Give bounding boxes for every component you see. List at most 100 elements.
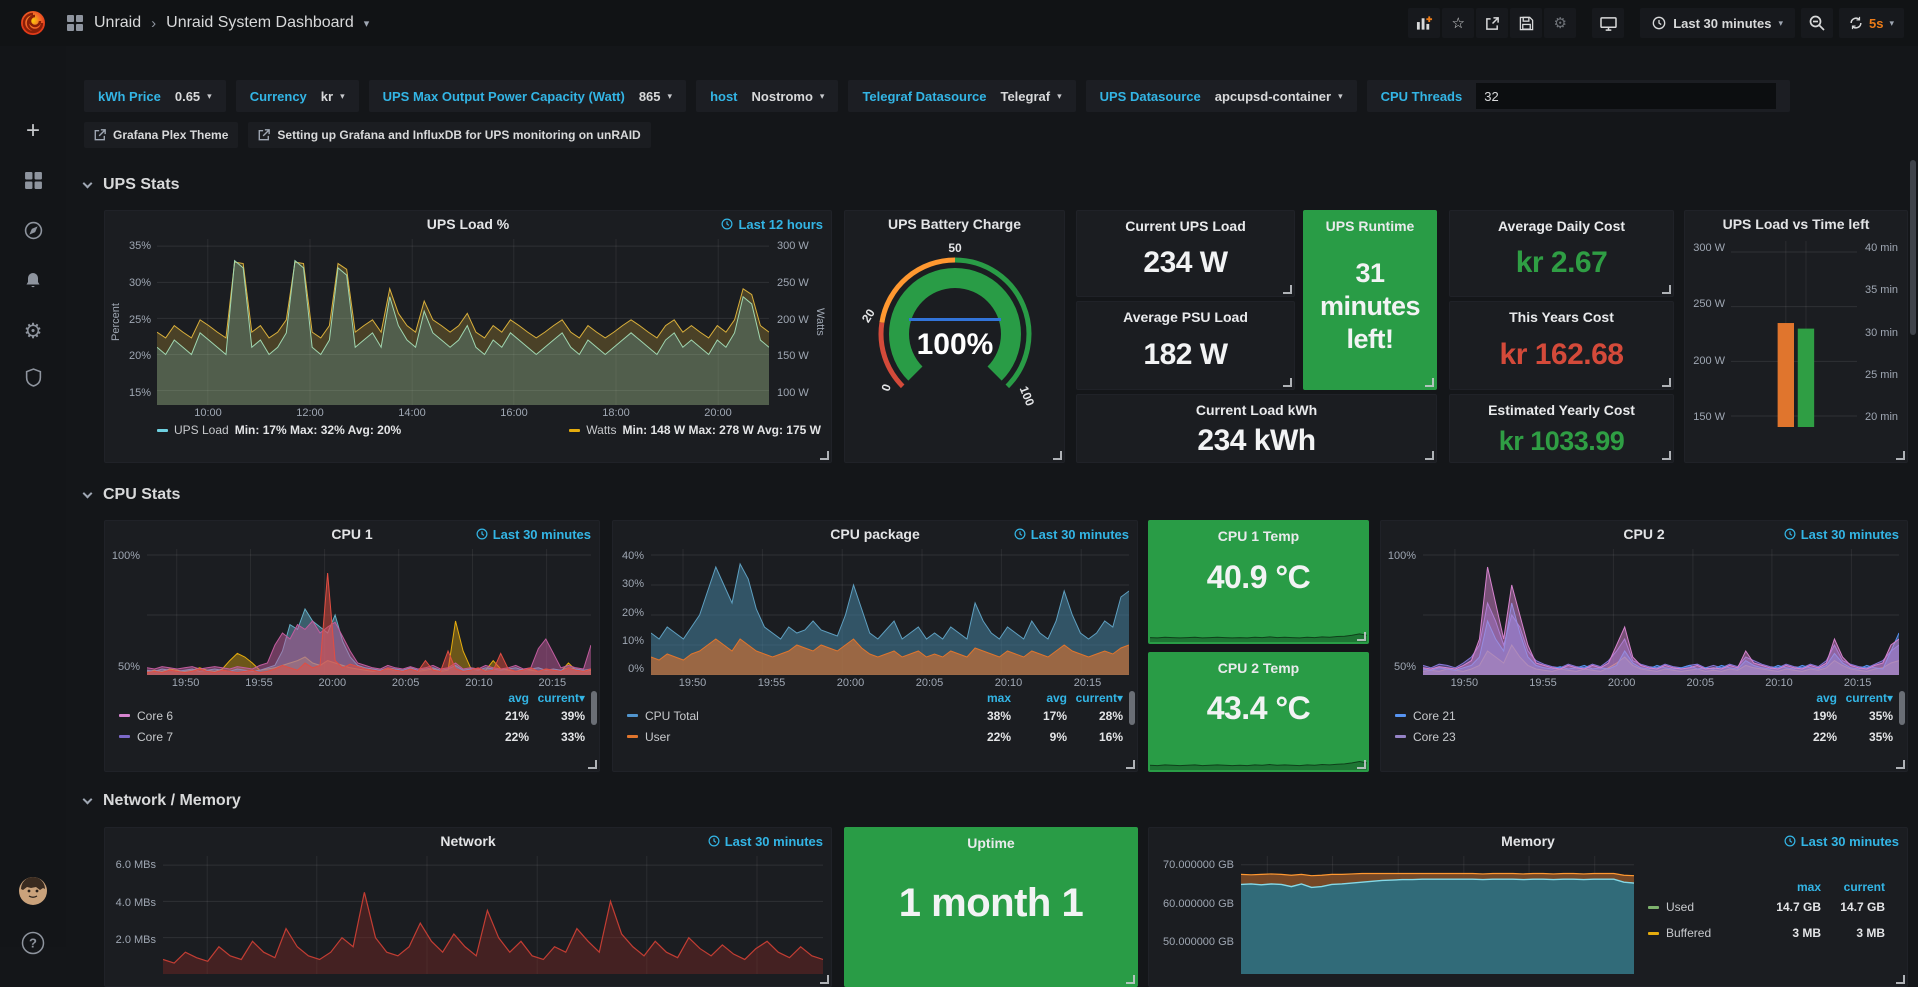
help-button[interactable]: ?	[0, 931, 66, 955]
stat-title[interactable]: CPU 1 Temp	[1149, 521, 1368, 551]
legend-col-avg[interactable]: avg	[1011, 691, 1067, 705]
cpu-threads-input[interactable]	[1476, 83, 1776, 109]
panel-title[interactable]: CPU 2 Last 30 minutes	[1381, 521, 1907, 547]
section-title: CPU Stats	[103, 486, 180, 504]
cpu1-chart[interactable]	[147, 549, 591, 675]
stat-title[interactable]: UPS Runtime	[1304, 211, 1436, 241]
stat-title[interactable]: Average PSU Load	[1077, 302, 1294, 332]
legend-item-watts[interactable]: Watts Min: 148 W Max: 278 W Avg: 175 W	[569, 423, 821, 437]
user-profile-button[interactable]	[0, 876, 66, 906]
panel-time-override-link[interactable]: Last 30 minutes	[708, 828, 823, 854]
legend-scrollbar[interactable]	[1899, 691, 1905, 725]
create-button[interactable]: +	[0, 121, 66, 141]
star-dashboard-button[interactable]: ☆	[1442, 8, 1474, 38]
ups-load-chart[interactable]	[157, 239, 769, 405]
legend-series-toggle[interactable]: Used	[1648, 900, 1757, 914]
variable-value-dropdown[interactable]: 865▾	[639, 89, 672, 104]
memory-chart[interactable]	[1241, 856, 1634, 974]
panel-title[interactable]: Network Last 30 minutes	[105, 828, 831, 854]
refresh-picker[interactable]: 5s ▾	[1839, 8, 1904, 38]
panel-title[interactable]: Memory Last 30 minutes	[1149, 828, 1907, 854]
alerting-menu-button[interactable]	[0, 271, 66, 290]
configuration-menu-button[interactable]: ⚙	[0, 319, 66, 344]
legend-series-toggle[interactable]: CPU Total	[627, 709, 955, 723]
grafana-logo[interactable]	[0, 8, 66, 38]
panel-time-override-link[interactable]: Last 30 minutes	[1784, 521, 1899, 547]
variable-telegraf-datasource[interactable]: Telegraf Datasource Telegraf▾	[848, 80, 1075, 112]
section-cpu-stats[interactable]: CPU Stats	[84, 486, 180, 504]
variable-currency[interactable]: Currency kr▾	[236, 80, 359, 112]
tick-label: 300 W	[1693, 243, 1725, 254]
stat-title[interactable]: This Years Cost	[1450, 302, 1673, 332]
variable-value-dropdown[interactable]: apcupsd-container▾	[1215, 89, 1343, 104]
variable-kwh-price[interactable]: kWh Price 0.65▾	[84, 80, 226, 112]
legend-row: Used 14.7 GB 14.7 GB	[1648, 894, 1885, 920]
stat-title[interactable]: Average Daily Cost	[1450, 211, 1673, 241]
legend-col-current[interactable]: current▾	[1067, 691, 1123, 705]
legend-scrollbar[interactable]	[1129, 691, 1135, 725]
link-grafana-plex-theme[interactable]: Grafana Plex Theme	[84, 122, 238, 148]
variable-value-dropdown[interactable]: kr▾	[321, 89, 345, 104]
panel-time-override-link[interactable]: Last 12 hours	[721, 211, 823, 237]
panel-time-override-link[interactable]: Last 30 minutes	[1784, 828, 1899, 854]
breadcrumb-dashboard-title[interactable]: Unraid System Dashboard	[166, 14, 354, 32]
panel-title[interactable]: UPS Load % Last 12 hours	[105, 211, 831, 237]
legend-col-max[interactable]: max	[955, 691, 1011, 705]
legend-series-toggle[interactable]: Core 7	[119, 730, 473, 744]
variable-value-dropdown[interactable]: Nostromo▾	[752, 89, 825, 104]
legend-item-ups-load[interactable]: UPS Load Min: 17% Max: 32% Avg: 20%	[157, 423, 401, 437]
tick-label: 18:00	[602, 407, 630, 419]
legend-col-avg[interactable]: avg	[1781, 691, 1837, 705]
dashboards-menu-button[interactable]	[0, 171, 66, 190]
ups-bar-chart[interactable]	[1731, 241, 1857, 427]
legend-series-toggle[interactable]: User	[627, 730, 955, 744]
save-dashboard-button[interactable]	[1510, 8, 1542, 38]
server-admin-menu-button[interactable]	[0, 368, 66, 387]
variable-value-dropdown[interactable]: 0.65▾	[175, 89, 212, 104]
variable-ups-max-output[interactable]: UPS Max Output Power Capacity (Watt) 865…	[369, 80, 686, 112]
variable-value-dropdown[interactable]: Telegraf▾	[1000, 89, 1061, 104]
stat-title[interactable]: CPU 2 Temp	[1149, 653, 1368, 683]
legend-col-max[interactable]: max	[1757, 880, 1821, 894]
explore-menu-button[interactable]	[0, 221, 66, 240]
panel-title[interactable]: UPS Battery Charge	[845, 211, 1064, 237]
add-panel-button[interactable]	[1408, 8, 1440, 38]
stat-title[interactable]: Current UPS Load	[1077, 211, 1294, 241]
legend-series-toggle[interactable]: Core 23	[1395, 730, 1781, 744]
share-dashboard-button[interactable]	[1476, 8, 1508, 38]
legend-col-current[interactable]: current▾	[529, 691, 585, 705]
cycle-view-mode-button[interactable]	[1592, 8, 1624, 38]
link-ups-monitoring-guide[interactable]: Setting up Grafana and InfluxDB for UPS …	[248, 122, 650, 148]
variable-ups-datasource[interactable]: UPS Datasource apcupsd-container▾	[1086, 80, 1357, 112]
legend-col-avg[interactable]: avg	[473, 691, 529, 705]
legend-scrollbar[interactable]	[591, 691, 597, 725]
legend-series-toggle[interactable]: Core 21	[1395, 709, 1781, 723]
zoom-out-time-button[interactable]	[1801, 8, 1833, 38]
panel-time-override-link[interactable]: Last 30 minutes	[1014, 521, 1129, 547]
network-chart[interactable]	[163, 856, 823, 974]
stat-title[interactable]: Uptime	[845, 828, 1137, 858]
legend-row: Core 21 19% 35%	[1395, 705, 1893, 726]
legend-col-current[interactable]: current▾	[1837, 691, 1893, 705]
panel-title[interactable]: CPU package Last 30 minutes	[613, 521, 1137, 547]
tick-label: 35%	[129, 241, 151, 252]
variable-host[interactable]: host Nostromo▾	[696, 80, 838, 112]
cpu-package-chart[interactable]	[651, 549, 1129, 675]
panel-title[interactable]: UPS Load vs Time left	[1685, 211, 1907, 237]
panel-title[interactable]: CPU 1 Last 30 minutes	[105, 521, 599, 547]
dashboard-switch-caret-icon[interactable]: ▾	[364, 17, 370, 30]
page-scrollbar[interactable]	[1910, 160, 1916, 335]
legend-series-toggle[interactable]: Core 6	[119, 709, 473, 723]
stat-title[interactable]: Estimated Yearly Cost	[1450, 395, 1673, 425]
stat-title[interactable]: Current Load kWh	[1077, 395, 1436, 425]
section-ups-stats[interactable]: UPS Stats	[84, 176, 179, 194]
legend-series-toggle[interactable]: Buffered	[1648, 926, 1757, 940]
time-range-picker[interactable]: Last 30 minutes ▾	[1640, 8, 1795, 38]
panel-time-override-link[interactable]: Last 30 minutes	[476, 521, 591, 547]
dashboard-settings-button[interactable]: ⚙	[1544, 8, 1576, 38]
cpu2-chart[interactable]	[1423, 549, 1899, 675]
breadcrumb-app[interactable]: Unraid	[94, 14, 141, 32]
plus-icon: +	[26, 121, 40, 141]
legend-col-current[interactable]: current	[1821, 880, 1885, 894]
section-network-memory[interactable]: Network / Memory	[84, 792, 241, 810]
